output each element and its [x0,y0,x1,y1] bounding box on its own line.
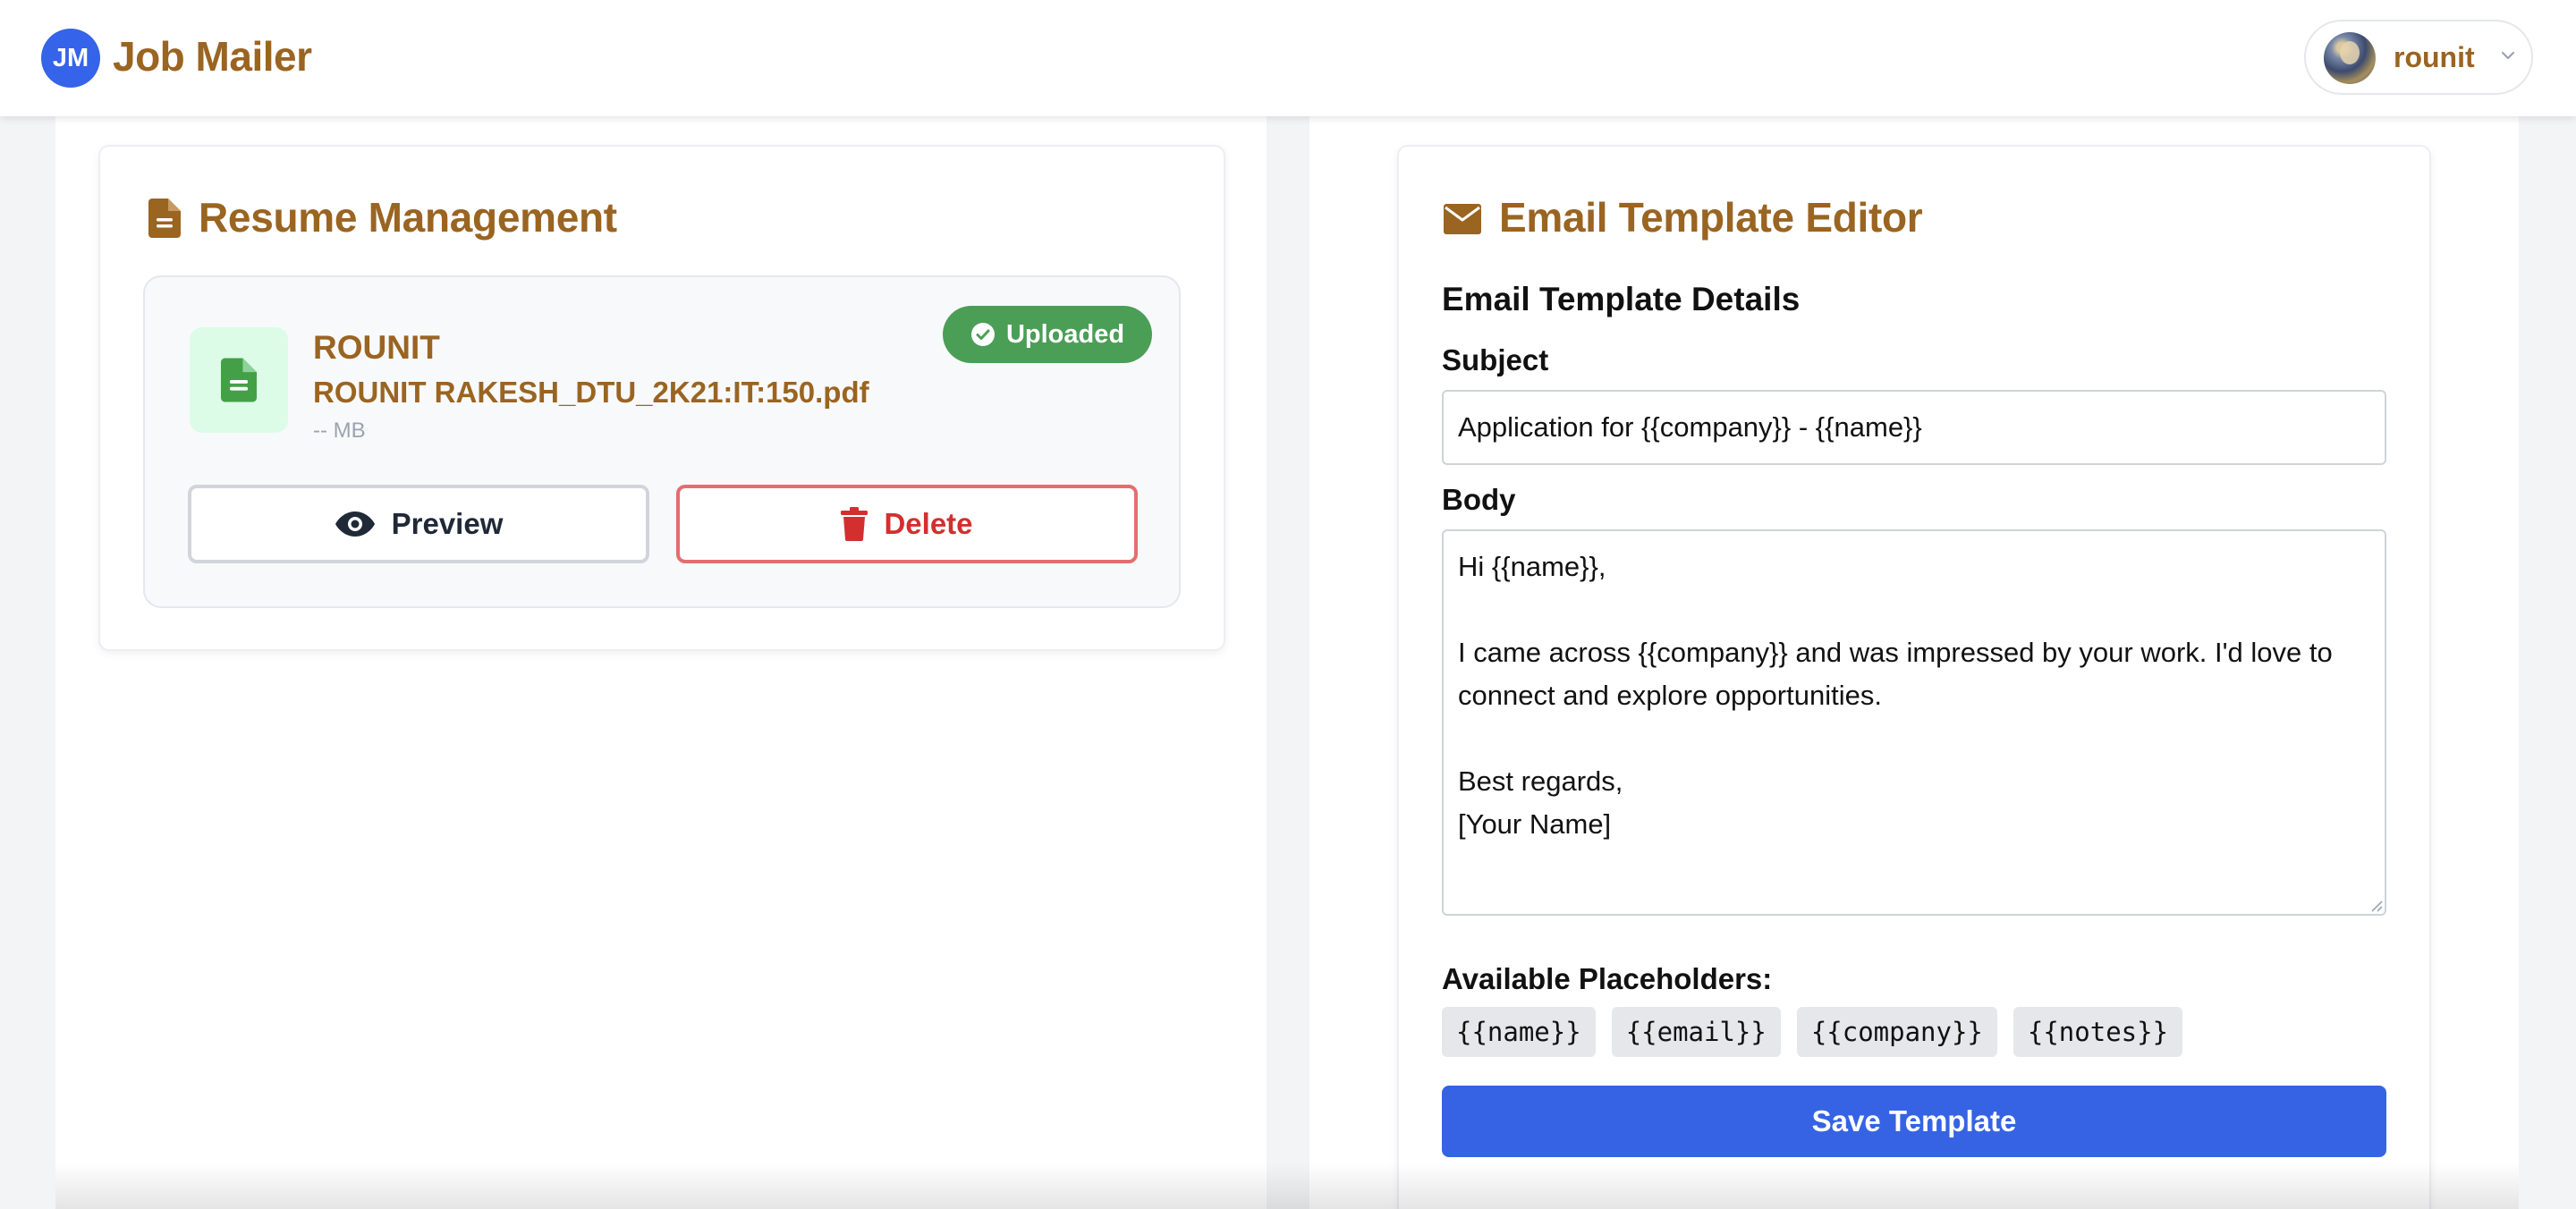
file-icon-box [190,327,288,433]
resume-card-title: Resume Management [199,194,617,241]
body-textarea[interactable]: Hi {{name}}, I came across {{company}} a… [1442,529,2386,916]
avatar [2324,32,2376,84]
app-title[interactable]: Job Mailer [113,32,312,80]
trash-icon [841,507,869,541]
eye-icon [335,512,375,537]
body-label: Body [1442,483,1516,516]
email-card-title: Email Template Editor [1499,194,1923,241]
resume-file-panel: ROUNIT ROUNIT RAKESH_DTU_2K21:IT:150.pdf… [143,275,1181,608]
delete-button-label: Delete [884,507,973,540]
status-badge-label: Uploaded [1005,319,1125,349]
file-name[interactable]: ROUNIT RAKESH_DTU_2K21:IT:150.pdf [313,376,869,410]
file-size: -- MB [313,418,366,443]
document-icon [221,358,257,402]
check-circle-icon [970,323,995,346]
user-menu-button[interactable]: rounit [2304,20,2533,95]
chevron-down-icon [2501,51,2515,60]
subject-label: Subject [1442,343,1549,376]
app-header: JM Job Mailer rounit [0,0,2576,116]
preview-button[interactable]: Preview [188,485,649,563]
document-icon [148,199,181,238]
preview-button-label: Preview [391,507,504,540]
bottom-shadow [55,1162,2519,1209]
status-badge: Uploaded [943,306,1152,363]
placeholder-chip[interactable]: {{company}} [1796,1007,1997,1057]
file-owner: ROUNIT [313,329,440,366]
placeholder-chip[interactable]: {{notes}} [2012,1007,2183,1057]
subject-input[interactable] [1442,390,2386,465]
placeholder-list: {{name}} {{email}} {{company}} {{notes}} [1442,1007,2183,1057]
save-template-button[interactable]: Save Template [1442,1086,2386,1157]
placeholder-chip[interactable]: {{email}} [1611,1007,1781,1057]
logo-badge[interactable]: JM [41,29,100,88]
placeholders-label: Available Placeholders: [1442,962,1773,995]
resize-handle-icon[interactable] [2368,898,2383,912]
section-heading: Email Template Details [1442,281,1801,317]
envelope-icon [1444,204,1481,234]
delete-button[interactable]: Delete [676,485,1138,563]
user-name: rounit [2394,41,2475,73]
placeholder-chip[interactable]: {{name}} [1442,1007,1596,1057]
